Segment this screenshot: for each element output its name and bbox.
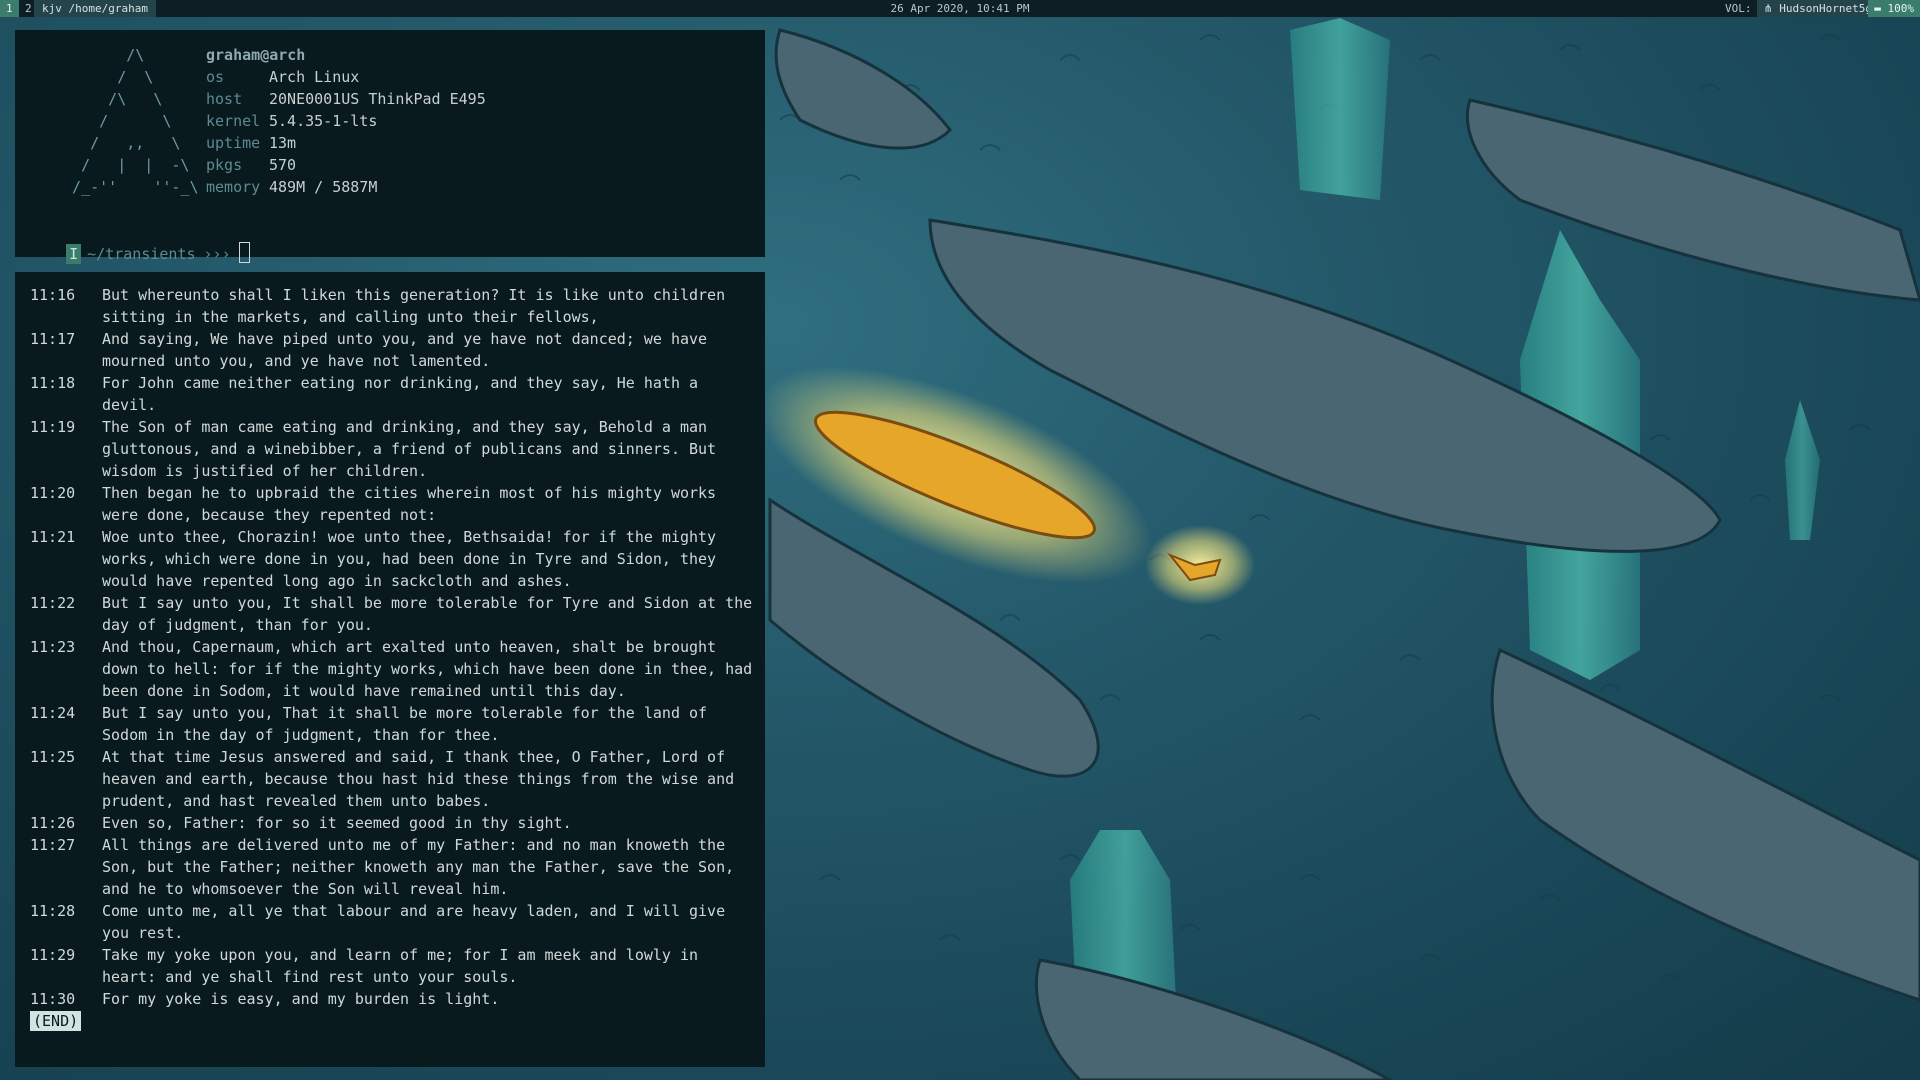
verse-list: 11:16 But whereunto shall I liken this ge… bbox=[30, 284, 752, 1010]
verse-reference: 11:26 bbox=[30, 814, 76, 832]
verse-row: 11:17 And saying, We have piped unto you,… bbox=[30, 328, 770, 372]
verse-row: 11:30 For my yoke is easy, and my burden … bbox=[30, 988, 770, 1010]
verse-reference: 11:22 bbox=[30, 594, 76, 612]
info-row-kernel: kernel 5.4.35-1-lts bbox=[206, 110, 486, 132]
verse-reference: 11:29 bbox=[30, 946, 76, 964]
verse-row: 11:20 Then began he to upbraid the cities… bbox=[30, 482, 770, 526]
vi-mode-indicator: I bbox=[66, 244, 82, 264]
battery-icon: ▬ bbox=[1874, 2, 1881, 15]
info-value: 13m bbox=[269, 134, 297, 152]
verse-text: For John came neither eating nor drinkin… bbox=[102, 374, 699, 414]
verse-text: But whereunto shall I liken this generat… bbox=[102, 286, 726, 326]
wifi-status[interactable]: ⋔ HudsonHornet5g bbox=[1757, 0, 1878, 17]
info-key: os bbox=[206, 68, 225, 86]
verse-row: 11:24 But I say unto you, That it shall b… bbox=[30, 702, 770, 746]
info-value: 489M / 5887M bbox=[269, 178, 378, 196]
verse-row: 11:29 Take my yoke upon you, and learn of… bbox=[30, 944, 770, 988]
verse-reference: 11:21 bbox=[30, 528, 76, 546]
verse-reference: 11:23 bbox=[30, 638, 76, 656]
clock: 26 Apr 2020, 10:41 PM bbox=[890, 2, 1030, 15]
verse-text: All things are delivered unto me of my F… bbox=[102, 836, 735, 898]
verse-row: 11:26 Even so, Father: for so it seemed g… bbox=[30, 812, 770, 834]
battery-level: 100% bbox=[1887, 2, 1915, 15]
terminal-window-pager[interactable]: 11:16 But whereunto shall I liken this ge… bbox=[15, 272, 765, 1067]
verse-text: Then began he to upbraid the cities wher… bbox=[102, 484, 717, 524]
verse-reference: 11:30 bbox=[30, 990, 76, 1008]
verse-row: 11:28 Come unto me, all ye that labour an… bbox=[30, 900, 770, 944]
info-row-host: host 20NE0001US ThinkPad E495 bbox=[206, 88, 486, 110]
verse-reference: 11:16 bbox=[30, 286, 76, 304]
info-row-pkgs: pkgs 570 bbox=[206, 154, 486, 176]
verse-text: And thou, Capernaum, which art exalted u… bbox=[102, 638, 753, 700]
verse-row: 11:25 At that time Jesus answered and sai… bbox=[30, 746, 770, 812]
info-key: kernel bbox=[206, 112, 261, 130]
info-value: 5.4.35-1-lts bbox=[269, 112, 378, 130]
info-value: Arch Linux bbox=[269, 68, 360, 86]
verse-text: But I say unto you, That it shall be mor… bbox=[102, 704, 708, 744]
top-status-bar: 1 2 kjv /home/graham 26 Apr 2020, 10:41 … bbox=[0, 0, 1920, 17]
info-key: host bbox=[206, 90, 243, 108]
verse-row: 11:19 The Son of man came eating and drin… bbox=[30, 416, 770, 482]
hostname: arch bbox=[269, 46, 306, 64]
verse-text: Come unto me, all ye that labour and are… bbox=[102, 902, 726, 942]
system-info-list: graham@arch os Arch Linux host 20NE0001US … bbox=[206, 44, 486, 198]
info-key: uptime bbox=[206, 134, 261, 152]
user-host-line: graham@arch bbox=[206, 44, 486, 66]
verse-text: And saying, We have piped unto you, and … bbox=[102, 330, 708, 370]
verse-text: Woe unto thee, Chorazin! woe unto thee, … bbox=[102, 528, 717, 590]
verse-row: 11:23 And thou, Capernaum, which art exal… bbox=[30, 636, 770, 702]
info-value: 20NE0001US ThinkPad E495 bbox=[269, 90, 486, 108]
verse-row: 11:27 All things are delivered unto me of… bbox=[30, 834, 770, 900]
pager-end-indicator: (END) bbox=[30, 1011, 82, 1031]
verse-row: 11:18 For John came neither eating nor dr… bbox=[30, 372, 770, 416]
verse-row: 11:21 Woe unto thee, Chorazin! woe unto t… bbox=[30, 526, 770, 592]
at-sign: @ bbox=[260, 46, 270, 64]
verse-text: Even so, Father: for so it seemed good i… bbox=[102, 814, 572, 832]
verse-reference: 11:20 bbox=[30, 484, 76, 502]
info-key: pkgs bbox=[206, 156, 243, 174]
verse-reference: 11:27 bbox=[30, 836, 76, 854]
text-cursor[interactable] bbox=[238, 242, 250, 263]
verse-row: 11:16 But whereunto shall I liken this ge… bbox=[30, 284, 770, 328]
verse-reference: 11:25 bbox=[30, 748, 76, 766]
terminal-window-fetch[interactable]: /\ / \ /\ \ / \ / ,, \ / | | -\ /_-'' ''… bbox=[15, 30, 765, 264]
arch-logo-ascii: /\ / \ /\ \ / \ / ,, \ / | | -\ /_-'' ''… bbox=[72, 46, 199, 196]
verse-reference: 11:24 bbox=[30, 704, 76, 722]
verse-reference: 11:19 bbox=[30, 418, 76, 436]
verse-text: For my yoke is easy, and my burden is li… bbox=[102, 990, 500, 1008]
battery-status: ▬ 100% bbox=[1868, 0, 1920, 17]
info-row-memory: memory 489M / 5887M bbox=[206, 176, 486, 198]
wifi-network-name: HudsonHornet5g bbox=[1779, 2, 1872, 15]
shell-prompt[interactable]: I ~/transients ››› bbox=[30, 220, 250, 264]
username: graham bbox=[206, 46, 261, 64]
system-info-fetch: /\ / \ /\ \ / \ / ,, \ / | | -\ /_-'' ''… bbox=[30, 44, 750, 196]
verse-text: At that time Jesus answered and said, I … bbox=[102, 748, 735, 810]
verse-text: The Son of man came eating and drinking,… bbox=[102, 418, 717, 480]
verse-text: Take my yoke upon you, and learn of me; … bbox=[102, 946, 699, 986]
current-directory: ~/transients bbox=[87, 245, 196, 263]
info-row-uptime: uptime 13m bbox=[206, 132, 486, 154]
verse-reference: 11:18 bbox=[30, 374, 76, 392]
prompt-chevrons: ››› bbox=[203, 245, 231, 263]
verse-row: 11:22 But I say unto you, It shall be mor… bbox=[30, 592, 770, 636]
verse-reference: 11:17 bbox=[30, 330, 76, 348]
info-value: 570 bbox=[269, 156, 297, 174]
info-row-os: os Arch Linux bbox=[206, 66, 486, 88]
info-key: memory bbox=[206, 178, 261, 196]
verse-reference: 11:28 bbox=[30, 902, 76, 920]
verse-text: But I say unto you, It shall be more tol… bbox=[102, 594, 753, 634]
wifi-icon: ⋔ bbox=[1763, 2, 1773, 15]
